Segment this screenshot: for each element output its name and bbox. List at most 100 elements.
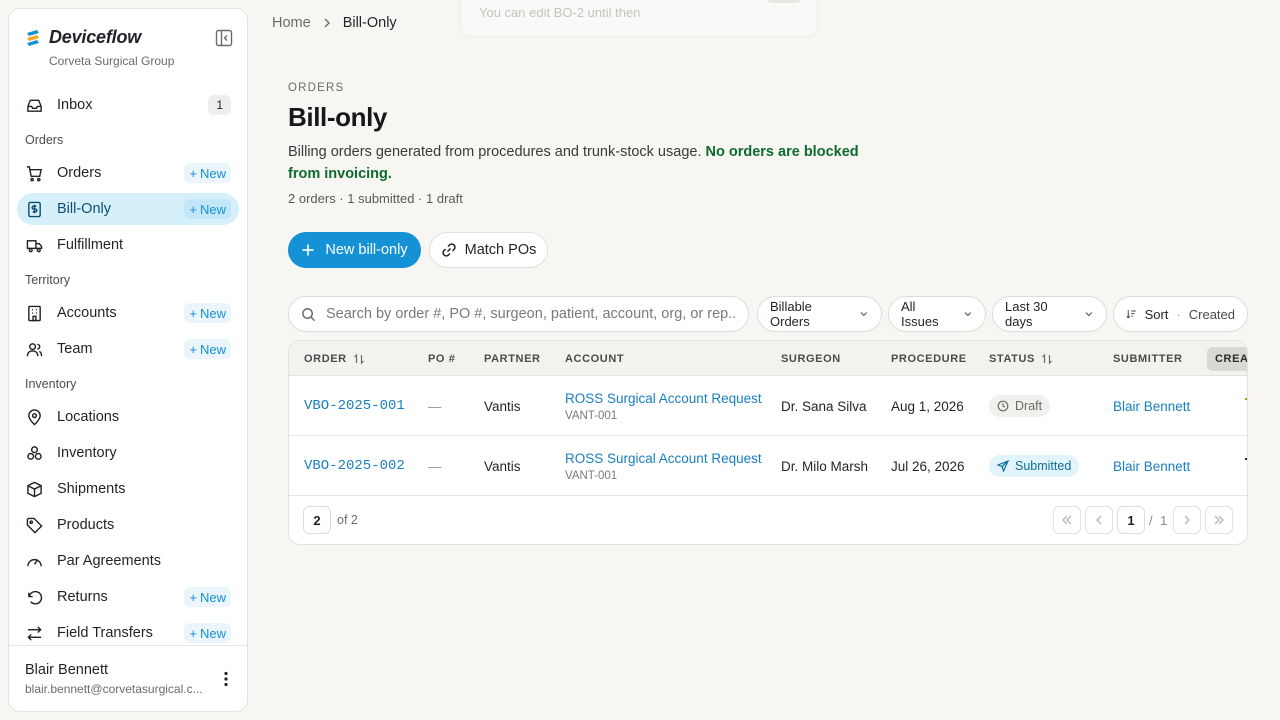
sort-dropdown[interactable]: Sort · Created (1113, 296, 1248, 332)
first-page-button[interactable] (1053, 506, 1081, 534)
page-size-select[interactable]: 2 (303, 506, 331, 534)
prev-page-button[interactable] (1085, 506, 1113, 534)
new-bill-only-button[interactable]: New bill-only (288, 232, 421, 268)
page-title: Bill-only (288, 102, 387, 132)
user-email: blair.bennett@corvetasurgical.c... (25, 682, 203, 696)
tag-icon (25, 516, 43, 534)
user-name: Blair Bennett (25, 662, 109, 678)
new-field-transfer-button[interactable]: + New (184, 623, 231, 643)
chevrons-right-icon (1214, 515, 1224, 525)
order-number-link[interactable]: VBO-2025-002 (304, 458, 405, 474)
table-header: ORDER PO # PARTNER ACCOUNT SURGEON PROCE… (289, 341, 1247, 376)
sidebar-item-shipments[interactable]: Shipments (17, 473, 239, 505)
sidebar-item-team[interactable]: Team + New (17, 333, 239, 365)
more-vertical-icon[interactable] (217, 670, 235, 688)
breadcrumb-home[interactable]: Home (272, 15, 311, 31)
chevron-right-icon (324, 18, 330, 28)
brand-name: Deviceflow (49, 27, 142, 47)
deviceflow-logo-icon (27, 29, 39, 46)
billable-filter-dropdown[interactable]: Billable Orders (757, 296, 882, 332)
notification-toast: You can edit BO-2 until then (460, 0, 818, 37)
new-label: New (199, 341, 226, 357)
total-pages: 1 (1160, 513, 1168, 528)
toast-action-button[interactable] (767, 0, 801, 3)
po-number: — (428, 458, 442, 474)
column-header-status[interactable]: STATUS (989, 341, 1053, 376)
account-link[interactable]: ROSS Surgical Account Request (565, 451, 762, 466)
status-badge: Draft (989, 395, 1051, 417)
sidebar-item-locations[interactable]: Locations (17, 401, 239, 433)
chevron-right-icon (1184, 515, 1190, 525)
user-profile[interactable]: Blair Bennett blair.bennett@corvetasurgi… (9, 645, 247, 711)
table-row[interactable]: VBO-2025-001 — Vantis ROSS Surgical Acco… (289, 376, 1247, 436)
sort-label: Sort (1144, 306, 1169, 322)
status-label: Submitted (1015, 459, 1072, 473)
column-header-partner: PARTNER (484, 352, 541, 365)
cart-icon (25, 164, 43, 182)
plus-icon: + (189, 341, 197, 357)
new-label: New (199, 201, 226, 217)
sidebar-item-products[interactable]: Products (17, 509, 239, 541)
billable-filter-value: Billable Orders (770, 299, 812, 329)
sidebar-item-label: Shipments (57, 481, 126, 497)
sidebar-item-label: Inventory (57, 445, 117, 461)
next-page-button[interactable] (1173, 506, 1201, 534)
brand[interactable]: Deviceflow (25, 27, 141, 48)
clock-icon (997, 400, 1009, 412)
procedure-date: Aug 1, 2026 (891, 398, 964, 414)
column-header-label: ORDER (304, 352, 347, 365)
search-input[interactable] (326, 306, 736, 322)
sidebar-item-orders[interactable]: Orders + New (17, 157, 239, 189)
account-link[interactable]: ROSS Surgical Account Request (565, 391, 762, 406)
nav-section-territory: Territory (25, 273, 71, 287)
sidebar-item-accounts[interactable]: Accounts + New (17, 297, 239, 329)
column-header-created[interactable]: CREAT (1207, 347, 1247, 371)
sidebar-item-label: Field Transfers (57, 625, 153, 641)
column-header-order[interactable]: ORDER (304, 341, 365, 376)
sidebar-collapse-icon[interactable] (215, 29, 233, 47)
row-edge-icon (1245, 458, 1247, 460)
match-pos-button[interactable]: Match POs (429, 232, 548, 268)
page-description-text: Billing orders generated from procedures… (288, 144, 702, 160)
issues-filter-dropdown[interactable]: All Issues (888, 296, 986, 332)
inbox-count-badge: 1 (208, 95, 231, 115)
orders-table: ORDER PO # PARTNER ACCOUNT SURGEON PROCE… (288, 340, 1248, 545)
sidebar-item-fulfillment[interactable]: Fulfillment (17, 229, 239, 261)
new-bill-only-label: New bill-only (325, 242, 408, 258)
plus-icon: + (189, 305, 197, 321)
date-range-dropdown[interactable]: Last 30 days (992, 296, 1107, 332)
submitter-link[interactable]: Blair Bennett (1113, 459, 1190, 474)
table-row[interactable]: VBO-2025-002 — Vantis ROSS Surgical Acco… (289, 436, 1247, 496)
sidebar-item-par-agreements[interactable]: Par Agreements (17, 545, 239, 577)
sidebar-nav: Inbox 1 Orders Orders + New Bill-Only + Ne… (17, 89, 239, 653)
sort-arrows-icon (353, 353, 364, 364)
chevron-down-icon (1085, 312, 1093, 317)
send-icon (997, 460, 1009, 472)
sort-separator: · (1176, 306, 1181, 322)
new-account-button[interactable]: + New (184, 303, 231, 323)
sidebar-item-inbox[interactable]: Inbox 1 (17, 89, 239, 121)
column-header-surgeon: SURGEON (781, 352, 841, 365)
sidebar-item-label: Inbox (57, 97, 93, 113)
status-badge: Submitted (989, 455, 1080, 477)
last-page-button[interactable] (1205, 506, 1233, 534)
sidebar-item-label: Locations (57, 409, 120, 425)
sidebar-item-label: Team (57, 341, 93, 357)
sidebar-item-returns[interactable]: Returns + New (17, 581, 239, 613)
order-number-link[interactable]: VBO-2025-001 (304, 398, 405, 414)
new-team-member-button[interactable]: + New (184, 339, 231, 359)
new-return-button[interactable]: + New (184, 587, 231, 607)
current-page-input[interactable]: 1 (1117, 506, 1145, 534)
column-header-submitter: SUBMITTER (1113, 352, 1183, 365)
sidebar-item-bill-only[interactable]: Bill-Only + New (17, 193, 239, 225)
sidebar-item-label: Bill-Only (57, 201, 111, 217)
page-overline: ORDERS (288, 82, 345, 94)
sidebar-item-inventory[interactable]: Inventory (17, 437, 239, 469)
sidebar: Deviceflow Corveta Surgical Group Inbox … (8, 8, 248, 712)
gauge-icon (25, 552, 43, 570)
new-order-button[interactable]: + New (184, 163, 231, 183)
submitter-link[interactable]: Blair Bennett (1113, 399, 1190, 414)
surgeon-name: Dr. Sana Silva (781, 398, 867, 414)
inbox-icon (25, 96, 43, 114)
new-bill-only-nav-button[interactable]: + New (184, 199, 231, 219)
